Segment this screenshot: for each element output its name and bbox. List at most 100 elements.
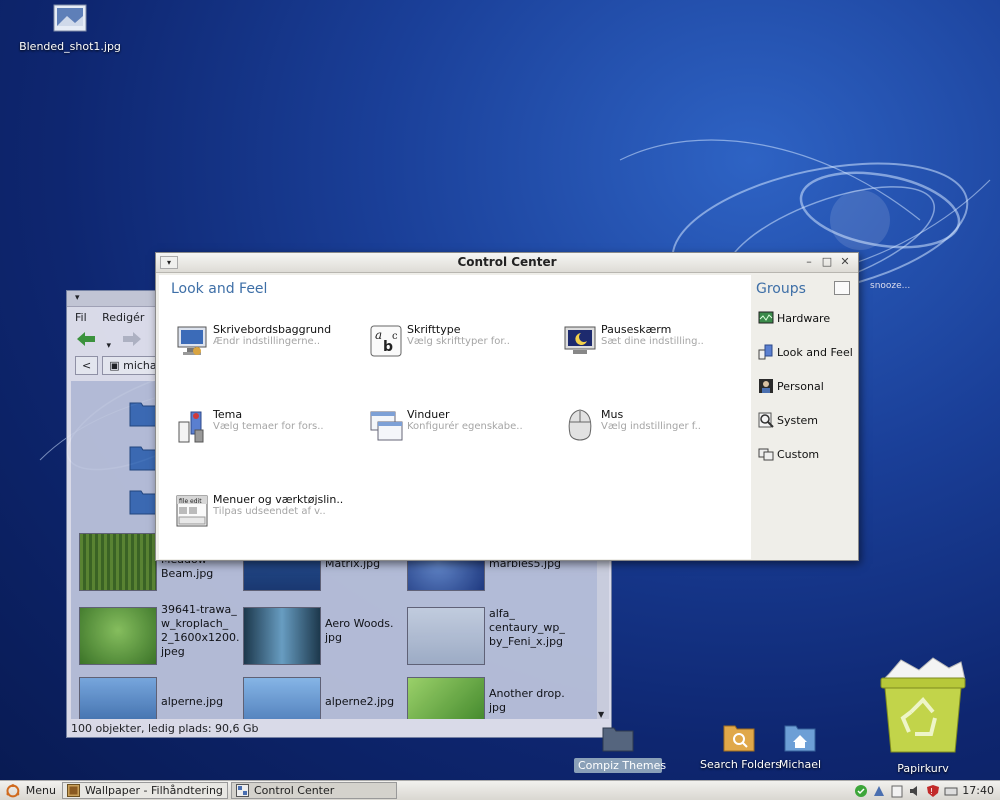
svg-text:c: c xyxy=(392,331,398,342)
window-controls: – □ ✕ xyxy=(802,256,852,269)
folder-icon xyxy=(602,727,634,752)
desktop-icon-search-folders[interactable]: Search Folders xyxy=(700,722,782,771)
task-label: Control Center xyxy=(254,784,335,797)
applet-menuer-vaerktoejslinjer[interactable]: file edit Menuer og værktøjslin.. Tilpas… xyxy=(175,493,355,533)
control-center-titlebar[interactable]: ▾ Control Center – □ ✕ xyxy=(156,253,858,273)
desktop-icon-blended-shot[interactable]: Blended_shot1.jpg xyxy=(18,4,122,53)
keyboard-icon[interactable] xyxy=(944,784,958,798)
clipboard-icon[interactable] xyxy=(890,784,904,798)
image-file-icon xyxy=(53,4,87,32)
alert-shield-icon[interactable]: ! xyxy=(926,784,940,798)
file-label: Another drop. jpg xyxy=(489,687,565,714)
groups-layout-button[interactable] xyxy=(834,281,850,295)
applet-skrifttype[interactable]: a b c Skrifttype Vælg skrifttyper for.. xyxy=(369,323,549,363)
applet-skrivebordsbaggrund[interactable]: Skrivebordsbaggrund Ændr indstillingerne… xyxy=(175,323,355,363)
font-icon: a b c xyxy=(370,325,402,357)
distro-logo-icon xyxy=(6,783,20,797)
group-look-and-feel[interactable]: Look and Feel xyxy=(758,341,853,363)
applet-name: Skrifttype xyxy=(407,323,461,336)
applet-name: Menuer og værktøjslin.. xyxy=(213,493,344,506)
system-icon xyxy=(758,412,774,428)
applet-name: Mus xyxy=(601,408,624,421)
home-folder-icon: ▣ xyxy=(109,358,124,372)
maximize-icon[interactable]: □ xyxy=(820,256,834,269)
group-hardware[interactable]: Hardware xyxy=(758,307,830,329)
thumbnail-alfa-centaury[interactable] xyxy=(407,607,485,665)
thumbnail-meadow[interactable] xyxy=(79,533,157,591)
desktop-icon-label: Search Folders xyxy=(700,758,782,771)
applet-description: Konfigurér egenskabe.. xyxy=(407,421,523,432)
control-center-task-icon xyxy=(236,784,249,797)
file-label: Aero Woods. jpg xyxy=(325,617,394,644)
taskbar: Menu Wallpaper - Filhåndtering Control C… xyxy=(0,780,1000,800)
applet-name: Pauseskærm xyxy=(601,323,672,336)
applet-vinduer[interactable]: Vinduer Konfigurér egenskabe.. xyxy=(369,408,549,448)
thumbnail-another-drop[interactable] xyxy=(407,677,485,719)
group-label: Look and Feel xyxy=(777,345,853,359)
groups-sidebar: Groups Hardware Look and Feel Personal S… xyxy=(754,275,858,559)
group-label: Custom xyxy=(777,447,820,461)
window-title: Control Center xyxy=(457,255,557,269)
menu-rediger[interactable]: Redigér xyxy=(102,311,144,324)
menus-toolbars-icon: file edit xyxy=(176,495,208,527)
desktop-icon-trash[interactable]: Papirkurv xyxy=(866,652,980,775)
desktop-icon-michael[interactable]: Michael xyxy=(770,722,830,771)
back-arrow-icon[interactable] xyxy=(75,330,97,348)
personal-icon xyxy=(759,379,773,393)
back-dropdown-icon[interactable]: ▾ xyxy=(107,341,112,351)
screensaver-icon xyxy=(564,326,596,354)
applet-description: Vælg skrifttyper for.. xyxy=(407,336,510,347)
applet-name: Skrivebordsbaggrund xyxy=(213,323,332,336)
thumbnail-alperne2[interactable] xyxy=(243,677,321,719)
applet-tema[interactable]: Tema Vælg temaer for fors.. xyxy=(175,408,355,448)
network-icon[interactable] xyxy=(854,784,868,798)
snooze-text: snooze... xyxy=(870,281,911,291)
groups-title: Groups xyxy=(756,281,806,297)
theme-icon xyxy=(178,411,204,443)
thumbnail-aero-woods[interactable] xyxy=(243,607,321,665)
look-and-feel-icon xyxy=(758,344,773,360)
windows-icon xyxy=(370,411,403,441)
group-label: Hardware xyxy=(777,311,831,325)
group-label: System xyxy=(777,413,819,427)
menu-fil[interactable]: Fil xyxy=(75,311,87,324)
status-bar: 100 objekter, ledig plads: 90,6 Gb xyxy=(71,722,259,735)
start-menu-button[interactable]: Menu xyxy=(0,783,62,798)
clock[interactable]: 17:40 xyxy=(962,784,994,797)
svg-text:file edit: file edit xyxy=(179,498,202,505)
scroll-down-arrow-icon[interactable]: ▼ xyxy=(598,710,604,719)
file-label: alfa_ centaury_wp_ by_Feni_x.jpg xyxy=(489,607,565,648)
hardware-icon xyxy=(758,311,774,324)
path-back-button[interactable]: < xyxy=(75,355,99,375)
window-menu-icon[interactable]: ▾ xyxy=(75,293,80,303)
applet-description: Tilpas udseendet af v.. xyxy=(213,506,326,517)
forward-arrow-icon[interactable] xyxy=(121,330,143,348)
mouse-icon xyxy=(568,409,592,441)
task-control-center[interactable]: Control Center xyxy=(231,782,397,799)
applet-mus[interactable]: Mus Vælg indstillinger f.. xyxy=(563,408,743,448)
group-system[interactable]: System xyxy=(758,409,818,431)
desktop-icon-label: Michael xyxy=(778,758,822,771)
custom-icon xyxy=(758,448,774,461)
close-icon[interactable]: ✕ xyxy=(838,256,852,269)
thumbnail-trawa[interactable] xyxy=(79,607,157,665)
group-personal[interactable]: Personal xyxy=(758,375,824,397)
trash-full-icon xyxy=(880,657,966,753)
update-icon[interactable] xyxy=(872,784,886,798)
desktop-icon-compiz-themes[interactable]: Compiz Themes xyxy=(574,724,666,773)
applet-description: Vælg indstillinger f.. xyxy=(601,421,701,432)
volume-icon[interactable] xyxy=(908,784,922,798)
applet-description: Sæt dine indstilling.. xyxy=(601,336,704,347)
applet-description: Ændr indstillingerne.. xyxy=(213,336,321,347)
home-folder-icon xyxy=(784,725,816,752)
minimize-icon[interactable]: – xyxy=(802,256,816,269)
control-center-window[interactable]: ▾ Control Center – □ ✕ Look and Feel Skr… xyxy=(155,252,859,561)
task-wallpaper-file-manager[interactable]: Wallpaper - Filhåndtering xyxy=(62,782,228,799)
thumbnail-alperne[interactable] xyxy=(79,677,157,719)
applet-pauseskaerm[interactable]: Pauseskærm Sæt dine indstilling.. xyxy=(563,323,743,363)
group-custom[interactable]: Custom xyxy=(758,443,819,465)
desktop-icon-label: Blended_shot1.jpg xyxy=(19,40,121,53)
menu-label: Menu xyxy=(25,784,56,797)
group-label: Personal xyxy=(777,379,824,393)
task-label: Wallpaper - Filhåndtering xyxy=(85,784,223,797)
